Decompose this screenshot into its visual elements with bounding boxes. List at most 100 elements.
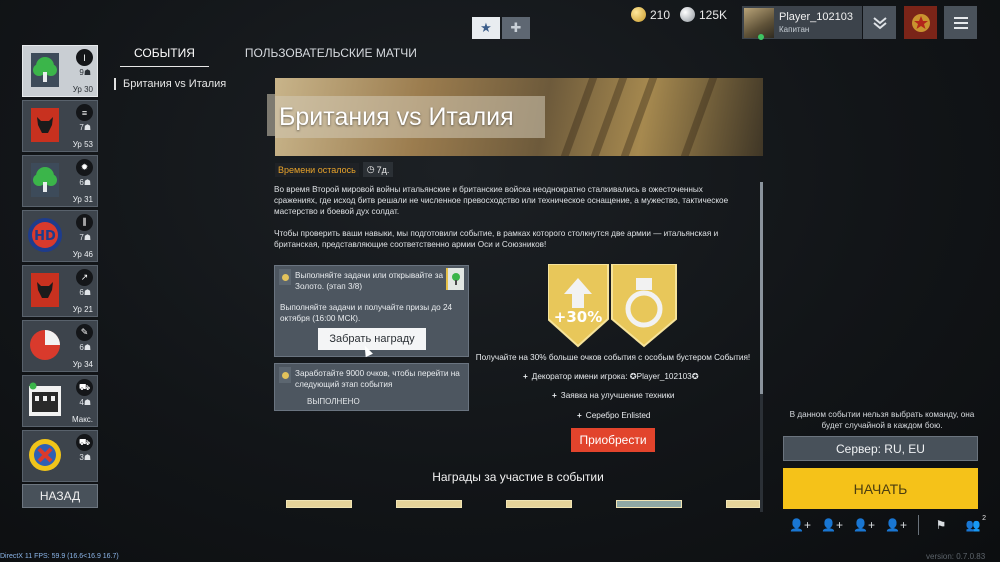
squad-level: Ур 31 [72,195,93,204]
start-button[interactable]: НАЧАТЬ [783,468,978,509]
rewards-title: Награды за участие в событии [432,470,604,484]
person-icon: ☗ [83,398,91,407]
task-status: ВЫПОЛНЕНО [307,397,360,406]
group-icon[interactable]: 👥 2 [957,514,989,536]
reward-tree-icon [446,268,464,290]
event-banner: Британия vs Италия [275,78,763,156]
booster-percent-icon: +30% [547,263,609,348]
squad-level: Ур 30 [72,85,93,94]
event-title: Британия vs Италия [275,96,545,138]
plus-icon: + [577,411,582,420]
group-count: 2 [982,515,986,522]
clock-icon: ◷ [366,164,375,174]
hd-emblem-icon: HD [27,216,63,254]
reward-card[interactable] [506,500,572,508]
person-icon: ☗ [83,123,91,132]
plus-icon: + [523,372,528,381]
online-indicator-icon [758,33,764,40]
squad-type-icon: I [76,49,93,66]
event-description: Во время Второй мировой войны итальянски… [274,184,744,261]
person-icon: ☗ [83,453,91,462]
task-card: Заработайте 9000 очков, чтобы перейти на… [274,363,469,411]
back-button[interactable]: НАЗАД [22,484,98,508]
svg-text:+30%: +30% [554,308,602,326]
server-select-button[interactable]: Сервер: RU, EU [783,436,978,461]
army-emblem-button[interactable] [904,6,937,39]
squad-level: Ур 34 [72,360,93,369]
medal-icon [279,367,291,383]
person-icon: ☗ [83,288,91,297]
bugle-emblem-icon [611,263,677,348]
shield-emblem-icon [27,436,63,474]
person-icon: ☗ [83,68,91,77]
silver-coin-icon [680,7,695,22]
gold-coin-icon [631,7,646,22]
scrollbar-thumb[interactable] [760,182,763,394]
reward-card[interactable] [616,500,682,508]
reward-card[interactable] [286,500,352,508]
mode-switch: ★ ✚ [472,17,530,39]
perk-item: + Заявка на улучшение техники [552,391,675,400]
gold-amount: 210 [650,7,671,22]
player-rank: Капитан [779,25,810,34]
star-icon[interactable]: ★ [472,17,500,39]
main-tabs: СОБЫТИЯ ПОЛЬЗОВАТЕЛЬСКИЕ МАТЧИ [120,46,417,67]
squad-type-icon: ✹ [76,159,93,176]
task-subtext: Выполняйте задачи и получайте призы до 2… [280,303,453,323]
menu-button[interactable] [944,6,977,39]
army-slot[interactable]: ✎ 6☗ Ур 34 [22,320,98,372]
avatar [744,7,774,40]
bull-emblem-icon [27,271,63,309]
player-card[interactable]: Player_102103 Капитан [742,6,862,40]
reward-card[interactable] [726,500,760,508]
squad-level: Ур 46 [72,250,93,259]
flag-icon[interactable]: ⚑ [925,514,957,536]
time-left: Времени осталось ◷ 7д. [275,162,394,177]
gold-balance[interactable]: 210 [631,7,670,22]
cross-icon[interactable]: ✚ [502,17,530,39]
army-slot[interactable]: ✹ 6☗ Ур 31 [22,155,98,207]
booster-art: +30% [547,263,678,348]
squad-level: Макс. [71,415,93,424]
team-note: В данном событии нельзя выбрать команду,… [789,410,975,430]
pie-emblem-icon [27,326,63,364]
event-list-item[interactable]: Британия vs Италия [114,78,226,90]
army-slot[interactable]: ↗ 6☗ Ур 21 [22,265,98,317]
add-friend-icon[interactable]: 👤+ [816,514,848,536]
divider [918,515,919,535]
buy-booster-button[interactable]: Приобрести [571,428,655,452]
task-card: Выполняйте задачи или открывайте за Золо… [274,265,469,358]
version-label: version: 0.7.0.83 [926,552,986,561]
army-slot[interactable]: ⛟ 3☗ [22,430,98,482]
hamburger-icon [953,16,968,29]
add-friend-icon[interactable]: 👤+ [880,514,912,536]
tree-emblem-icon [27,161,63,199]
perk-item: + Декоратор имени игрока: ✪Player_102103✪ [523,372,699,381]
person-icon: ☗ [83,343,91,352]
squad-type-icon: ⛟ [76,434,93,451]
add-friend-icon[interactable]: 👤+ [848,514,880,536]
add-friend-icon[interactable]: 👤+ [784,514,816,536]
reward-card[interactable] [396,500,462,508]
tree-emblem-icon [27,51,63,89]
player-name: Player_102103 [779,11,854,23]
tab-events[interactable]: СОБЫТИЯ [120,46,209,67]
squad-type-icon: ⛟ [76,379,93,396]
army-slot[interactable]: ≡ 7☗ Ур 53 [22,100,98,152]
rank-chevrons-button[interactable] [863,6,896,39]
squad-type-icon: ≡ [76,104,93,121]
claim-reward-button[interactable]: Забрать награду [318,328,426,350]
squad-invite-row: 👤+ 👤+ 👤+ 👤+ ⚑ 👥 2 [784,514,989,536]
banner-title-edge [267,94,275,136]
castle-emblem-icon [27,381,63,419]
tab-custom-matches[interactable]: ПОЛЬЗОВАТЕЛЬСКИЕ МАТЧИ [245,46,417,67]
task-text: Заработайте 9000 очков, чтобы перейти на… [295,369,460,389]
person-icon: ☗ [83,178,91,187]
squad-level: Ур 53 [72,140,93,149]
army-slot[interactable]: ⛟ 4☗ Макс. [22,375,98,427]
army-slot[interactable]: I 9☗ Ур 30 [22,45,98,97]
squad-type-icon: ⫼ [76,214,93,231]
silver-balance[interactable]: 125K [680,7,727,22]
army-slot[interactable]: HD ⫼ 7☗ Ур 46 [22,210,98,262]
time-left-label: Времени осталось [275,162,359,177]
